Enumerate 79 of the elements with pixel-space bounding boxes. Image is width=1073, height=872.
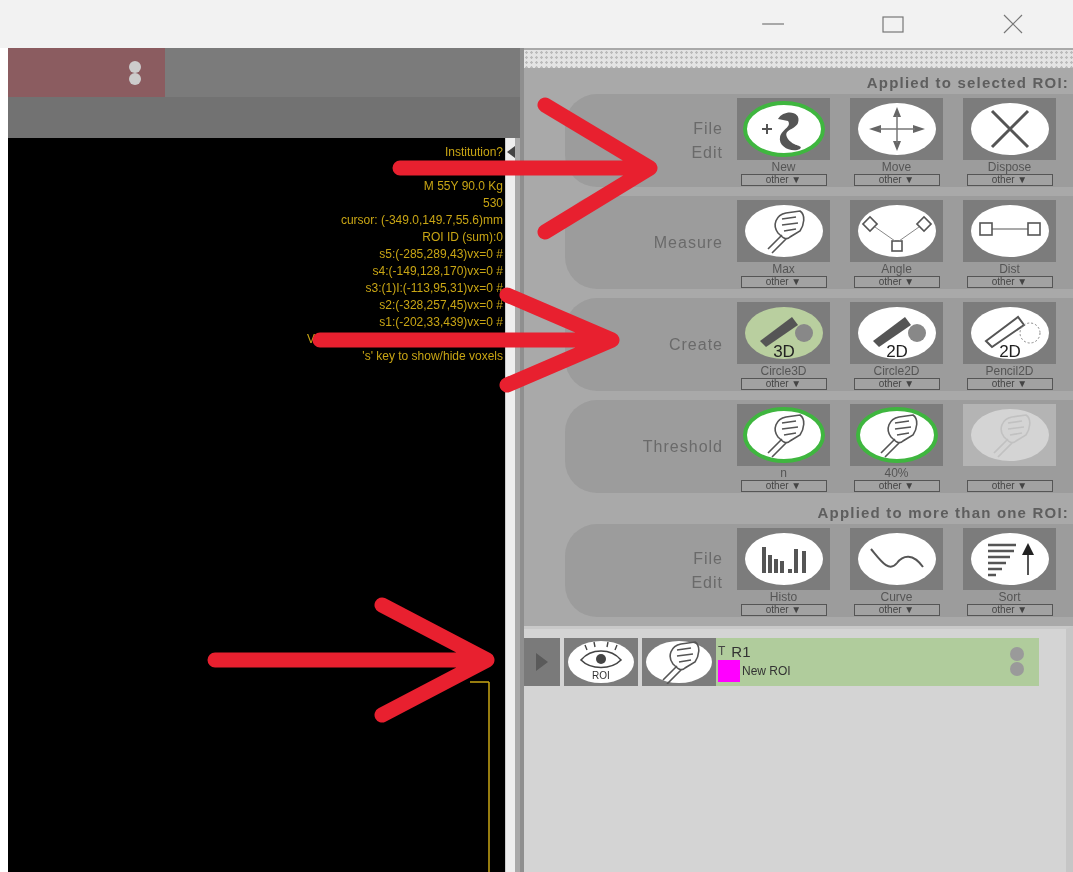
minimize-icon — [762, 23, 784, 25]
tool-label: Curve — [880, 590, 913, 604]
mode-dropdown[interactable]: other ▼ — [740, 603, 827, 616]
tool-button[interactable] — [737, 527, 830, 590]
tool-label: Circle2D — [873, 364, 920, 378]
overlay-text: s5:(-285,289,43)vx=0 # — [379, 246, 503, 263]
tool-label: Histo — [769, 590, 798, 604]
mode-dropdown[interactable]: other ▼ — [966, 603, 1053, 616]
roi-description: New ROI — [742, 663, 791, 678]
tool-button[interactable]: 2D — [850, 301, 943, 364]
visibility-button[interactable]: ROI — [564, 638, 638, 686]
overlay-text: Institution? — [444, 144, 503, 161]
badge-label: 3D — [772, 341, 795, 361]
tool-label: n — [780, 466, 787, 480]
collapse-arrow-icon[interactable] — [506, 146, 515, 158]
close-icon — [127, 59, 143, 86]
tool-button[interactable] — [642, 638, 716, 686]
overlay-text: s1:(-202,33,439)vx=0 # — [379, 314, 503, 331]
overlay-text: s3:(1)I:(-113,95,31)vx=0 # — [365, 280, 503, 297]
roi-name: R1 — [731, 642, 751, 660]
tool-button[interactable] — [850, 527, 943, 590]
tool-icon — [854, 406, 939, 463]
section-heading: Applied to selected ROI: — [865, 73, 1070, 93]
tool-label: Max — [772, 262, 795, 276]
tool-button[interactable] — [850, 403, 943, 466]
mode-dropdown[interactable]: other ▼ — [966, 377, 1053, 390]
hand-icon — [645, 640, 713, 684]
badge-label: 2D — [998, 341, 1021, 361]
tool-label: Move — [881, 160, 912, 174]
tool-label: New — [771, 160, 796, 174]
mode-dropdown[interactable]: other ▼ — [966, 173, 1053, 186]
eye-label: ROI — [592, 670, 610, 681]
mode-dropdown[interactable]: other ▼ — [740, 275, 827, 288]
mode-dropdown[interactable]: other ▼ — [740, 377, 827, 390]
expand-arrow-icon — [536, 653, 548, 671]
badge-label: 2D — [885, 341, 908, 361]
overlay-text: ROI ID (sum):0 — [422, 229, 503, 246]
tool-label: Circle3D — [760, 364, 807, 378]
mode-dropdown[interactable]: other ▼ — [740, 173, 827, 186]
mode-dropdown[interactable]: other ▼ — [853, 603, 940, 616]
remove-icon — [1009, 646, 1025, 676]
mode-dropdown[interactable]: other ▼ — [966, 275, 1053, 288]
tool-icon — [741, 100, 826, 157]
tool-button[interactable] — [737, 199, 830, 262]
close-icon — [1003, 14, 1023, 34]
mode-dropdown[interactable]: other ▼ — [853, 275, 940, 288]
tool-icon — [741, 406, 826, 463]
section-heading: Applied to more than one ROI: — [816, 503, 1070, 523]
tool-button[interactable] — [963, 97, 1056, 160]
overlay-text: 's' key to show/hide voxels — [362, 348, 503, 365]
tool-button[interactable] — [737, 97, 830, 160]
tool-button[interactable] — [963, 527, 1056, 590]
tool-button[interactable] — [737, 403, 830, 466]
expand-toggle[interactable] — [524, 638, 560, 686]
roi-row[interactable]: T R1 New ROI — [716, 638, 1039, 686]
viewer-tab[interactable] — [8, 48, 165, 97]
tool-label: Sort — [998, 590, 1021, 604]
tool-button[interactable] — [850, 97, 943, 160]
tool-label: 40% — [884, 466, 909, 480]
mode-dropdown[interactable]: other ▼ — [740, 479, 827, 492]
overlay-text: M 55Y 90.0 Kg — [423, 178, 503, 195]
tool-label: Pencil2D — [985, 364, 1034, 378]
drag-handle[interactable] — [524, 50, 1073, 68]
overlay-text: cursor: (-349.0,149.7,55.6)mm — [340, 212, 503, 229]
mode-dropdown[interactable]: other ▼ — [853, 479, 940, 492]
tool-label: Angle — [881, 262, 912, 276]
overlay-text: s4:(-149,128,170)vx=0 # — [372, 263, 503, 280]
tool-button[interactable]: 3D — [737, 301, 830, 364]
overlay-text: 530 — [482, 195, 503, 212]
mode-dropdown[interactable]: other ▼ — [853, 377, 940, 390]
tool-button[interactable]: 2D — [963, 301, 1056, 364]
tool-label: Dispose — [987, 160, 1032, 174]
roi-type: T — [718, 644, 726, 658]
tool-button[interactable] — [850, 199, 943, 262]
overlay-text: s2:(-328,257,45)vx=0 # — [379, 297, 503, 314]
maximize-icon — [882, 15, 904, 33]
tool-button[interactable] — [963, 199, 1056, 262]
tool-label: Dist — [999, 262, 1020, 276]
mode-dropdown[interactable]: other ▼ — [853, 173, 940, 186]
